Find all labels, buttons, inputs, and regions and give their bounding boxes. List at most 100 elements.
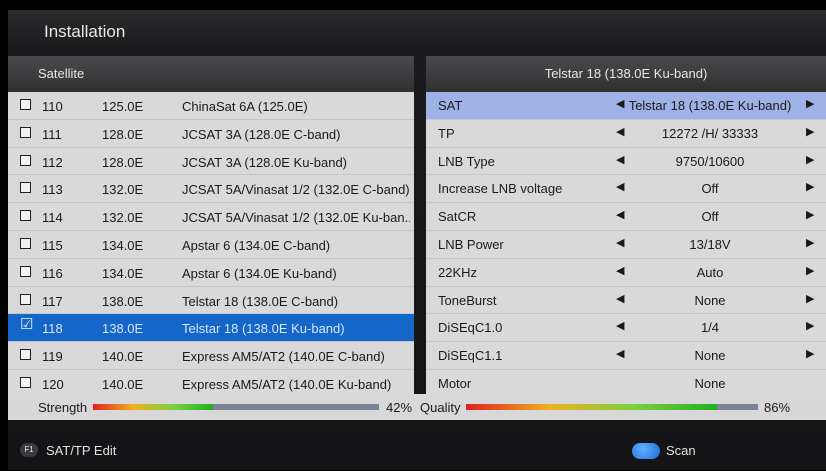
satellite-position: 132.0E: [102, 182, 144, 198]
satellite-row[interactable]: 114 132.0E JCSAT 5A/Vinasat 1/2 (132.0E Ku…: [8, 203, 414, 231]
satellite-name: JCSAT 3A (128.0E Ku-band): [182, 154, 348, 170]
right-arrow-icon[interactable]: ▶: [806, 236, 814, 249]
satellite-number: 111: [42, 126, 62, 142]
param-label: LNB Type: [438, 153, 495, 169]
left-arrow-icon[interactable]: ◀: [616, 97, 624, 110]
checkbox[interactable]: [20, 99, 31, 110]
param-label: SAT: [438, 98, 463, 113]
param-row[interactable]: SatCR ◀ Off ▶: [426, 203, 826, 231]
satellite-row[interactable]: 110 125.0E ChinaSat 6A (125.0E): [8, 92, 414, 120]
right-arrow-icon[interactable]: ▶: [806, 153, 814, 166]
left-arrow-icon[interactable]: ◀: [616, 347, 624, 360]
right-arrow-icon[interactable]: ▶: [806, 208, 814, 221]
satellite-position: 140.0E: [102, 349, 144, 365]
param-label: LNB Power: [438, 236, 504, 252]
param-row[interactable]: TP ◀ 12272 /H/ 33333 ▶: [426, 119, 826, 148]
left-arrow-icon[interactable]: ◀: [616, 292, 624, 305]
right-arrow-icon[interactable]: ▶: [806, 319, 814, 332]
left-arrow-icon[interactable]: ◀: [616, 264, 624, 277]
checkbox[interactable]: [20, 182, 31, 194]
left-arrow-icon[interactable]: ◀: [616, 125, 624, 138]
checkbox[interactable]: [20, 265, 31, 277]
checkbox[interactable]: [20, 154, 31, 166]
footer-hints: F1 SAT/TP Edit Scan: [8, 438, 826, 470]
param-value: Off: [701, 209, 719, 225]
quality-meter-fill: [466, 404, 718, 410]
param-row[interactable]: LNB Type ◀ 9750/10600 ▶: [426, 147, 826, 176]
param-value: 9750/10600: [675, 153, 745, 169]
param-label: Motor: [438, 375, 472, 391]
satellite-number: 117: [42, 293, 63, 309]
satellite-params-header: Telstar 18 (138.0E Ku-band): [426, 56, 826, 92]
satellite-name: Telstar 18 (138.0E C-band): [182, 293, 339, 309]
satellite-row[interactable]: 112 128.0E JCSAT 3A (128.0E Ku-band): [8, 147, 414, 176]
checkbox[interactable]: [20, 349, 31, 361]
satellite-row[interactable]: 115 134.0E Apstar 6 (134.0E C-band): [8, 230, 414, 259]
satellite-name: JCSAT 5A/Vinasat 1/2 (132.0E C-band): [182, 182, 410, 198]
left-arrow-icon[interactable]: ◀: [616, 180, 624, 193]
satellite-row[interactable]: 116 134.0E Apstar 6 (134.0E Ku-band): [8, 258, 414, 287]
satellite-name: Telstar 18 (138.0E Ku-band): [182, 321, 345, 337]
param-label: Increase LNB voltage: [438, 181, 563, 197]
satellite-number: 110: [42, 99, 63, 114]
satellite-position: 140.0E: [102, 376, 144, 392]
param-label: TP: [438, 125, 455, 141]
satellite-row[interactable]: 119 140.0E Express AM5/AT2 (140.0E C-band): [8, 342, 414, 370]
left-arrow-icon[interactable]: ◀: [616, 153, 624, 166]
param-row[interactable]: SAT ◀ Telstar 18 (138.0E Ku-band) ▶: [426, 92, 826, 120]
satellite-name: ChinaSat 6A (125.0E): [182, 99, 308, 114]
param-row[interactable]: 22KHz ◀ Auto ▶: [426, 258, 826, 287]
title-bar: Installation: [8, 10, 826, 52]
param-label: DiSEqC1.1: [438, 348, 503, 364]
param-value: None: [694, 375, 726, 391]
satellite-position: 134.0E: [102, 237, 144, 253]
checkbox[interactable]: [20, 376, 31, 388]
left-arrow-icon[interactable]: ◀: [616, 208, 624, 221]
checkbox[interactable]: [20, 293, 31, 305]
sat-tp-edit-label[interactable]: SAT/TP Edit: [46, 443, 116, 458]
param-value: 13/18V: [689, 236, 731, 252]
right-arrow-icon[interactable]: ▶: [806, 347, 814, 360]
right-arrow-icon[interactable]: ▶: [806, 97, 814, 110]
param-value: None: [694, 348, 726, 364]
right-arrow-icon[interactable]: ▶: [806, 125, 814, 138]
checkbox[interactable]: [20, 237, 31, 249]
param-label: 22KHz: [438, 264, 478, 280]
satellite-list-title: Satellite: [38, 66, 85, 81]
satellite-list-header: Satellite: [8, 56, 414, 92]
scan-label[interactable]: Scan: [666, 443, 696, 458]
right-arrow-icon[interactable]: ▶: [806, 264, 814, 277]
satellite-position: 138.0E: [102, 321, 144, 337]
checkbox-checked-icon[interactable]: ☑: [20, 316, 33, 334]
checkbox[interactable]: [20, 126, 31, 138]
satellite-params-title: Telstar 18 (138.0E Ku-band): [544, 66, 708, 81]
param-value: Off: [701, 181, 719, 197]
satellite-position: 134.0E: [102, 265, 144, 281]
right-arrow-icon[interactable]: ▶: [806, 292, 814, 305]
param-row[interactable]: Increase LNB voltage ◀ Off ▶: [426, 175, 826, 204]
quality-label: Quality: [420, 400, 461, 415]
page-title: Installation: [44, 22, 126, 41]
satellite-row[interactable]: ☑ 118 138.0E Telstar 18 (138.0E Ku-band): [8, 314, 414, 343]
f1-key-icon[interactable]: F1: [20, 443, 38, 457]
checkbox[interactable]: [20, 210, 31, 222]
satellite-row[interactable]: 113 132.0E JCSAT 5A/Vinasat 1/2 (132.0E C-…: [8, 175, 414, 204]
satellite-position: 138.0E: [102, 293, 144, 309]
left-arrow-icon[interactable]: ◀: [616, 236, 624, 249]
param-value: Telstar 18 (138.0E Ku-band): [628, 98, 792, 113]
satellite-list: 110 125.0E ChinaSat 6A (125.0E) 111 128.0E JC…: [8, 92, 414, 398]
param-row[interactable]: DiSEqC1.0 ◀ 1/4 ▶: [426, 314, 826, 343]
param-label: SatCR: [438, 209, 477, 225]
param-row[interactable]: ToneBurst ◀ None ▶: [426, 286, 826, 315]
satellite-row[interactable]: 117 138.0E Telstar 18 (138.0E C-band): [8, 286, 414, 315]
satellite-position: 125.0E: [102, 99, 144, 114]
satellite-row[interactable]: 111 128.0E JCSAT 3A (128.0E C-band): [8, 119, 414, 148]
param-value: 1/4: [700, 320, 720, 336]
satellite-number: 113: [42, 182, 63, 198]
right-arrow-icon[interactable]: ▶: [806, 180, 814, 193]
satellite-position: 128.0E: [102, 154, 144, 170]
param-row[interactable]: LNB Power ◀ 13/18V ▶: [426, 230, 826, 259]
param-row[interactable]: DiSEqC1.1 ◀ None ▶: [426, 342, 826, 370]
left-arrow-icon[interactable]: ◀: [616, 319, 624, 332]
blue-button-icon[interactable]: [632, 443, 660, 459]
